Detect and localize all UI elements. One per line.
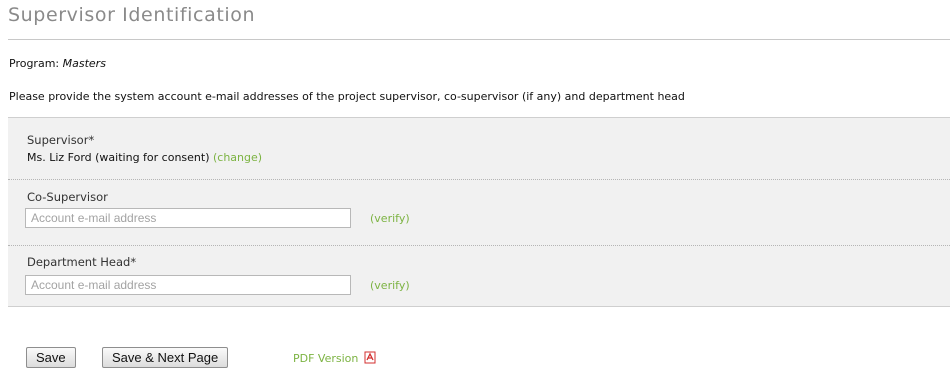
supervisor-section: Supervisor* Ms. Liz Ford (waiting for co… <box>8 118 950 170</box>
program-label: Program: <box>9 57 60 70</box>
department-head-label: Department Head* <box>27 255 137 269</box>
co-supervisor-section: Co-Supervisor (verify) <box>8 179 950 242</box>
pdf-version-link[interactable]: PDF Version <box>293 351 377 367</box>
change-supervisor-link[interactable]: (change) <box>213 151 262 164</box>
save-next-page-button[interactable]: Save & Next Page <box>102 347 229 368</box>
department-head-verify-link[interactable]: (verify) <box>370 279 410 292</box>
pdf-icon <box>364 351 377 367</box>
supervisor-name: Ms. Liz Ford (waiting for consent) <box>27 151 210 164</box>
co-supervisor-label: Co-Supervisor <box>27 190 108 204</box>
program-line: Program: Masters <box>9 57 106 70</box>
co-supervisor-email-input[interactable] <box>25 208 351 228</box>
instructions-text: Please provide the system account e-mail… <box>9 90 685 103</box>
supervisor-value-line: Ms. Liz Ford (waiting for consent) (chan… <box>27 151 262 164</box>
supervisor-label: Supervisor* <box>27 133 95 147</box>
title-divider <box>8 39 950 40</box>
program-value: Masters <box>62 57 106 70</box>
page-title: Supervisor Identification <box>8 4 256 26</box>
co-supervisor-verify-link[interactable]: (verify) <box>370 212 410 225</box>
department-head-email-input[interactable] <box>25 275 351 295</box>
save-button[interactable]: Save <box>26 347 76 368</box>
department-head-section: Department Head* (verify) <box>8 245 950 306</box>
supervisor-form-panel: Supervisor* Ms. Liz Ford (waiting for co… <box>8 117 950 307</box>
pdf-version-label: PDF Version <box>293 352 359 365</box>
